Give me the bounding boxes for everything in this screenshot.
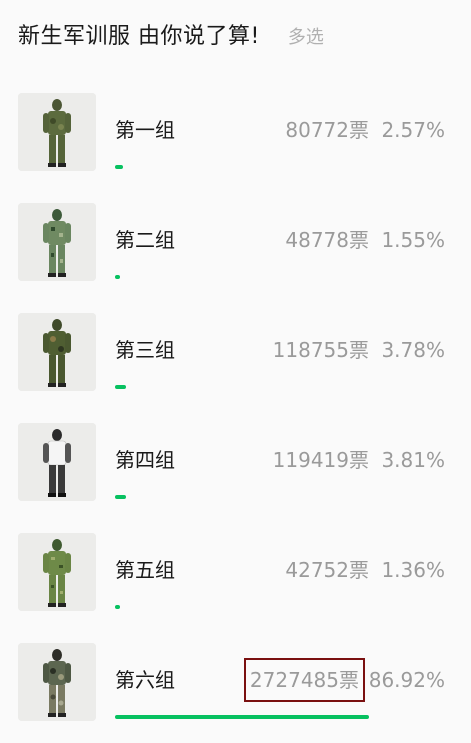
poll-option-6[interactable]: 第六组 2727485票 86.92% [0,630,471,740]
option-label: 第三组 [115,338,175,362]
progress-fill [115,715,369,719]
option-thumbnail[interactable] [18,313,96,391]
poll-option-5[interactable]: 第五组 42752票 1.36% [0,520,471,630]
option-thumbnail[interactable] [18,533,96,611]
vote-percent: 3.78% [381,338,445,362]
progress-bar [115,385,407,389]
poll-option-4[interactable]: 第四组 119419票 3.81% [0,410,471,520]
option-label: 第五组 [115,558,175,582]
vote-count: 118755票 [272,338,369,362]
progress-bar [115,715,407,719]
vote-percent: 3.81% [381,448,445,472]
option-thumbnail[interactable] [18,643,96,721]
poll-title: 新生军训服 由你说了算! [18,24,260,49]
progress-bar [115,165,407,169]
option-label: 第四组 [115,448,175,472]
vote-count: 2727485票 [243,658,366,702]
poll-option-3[interactable]: 第三组 118755票 3.78% [0,300,471,410]
vote-percent: 2.57% [381,118,445,142]
vote-count: 48778票 [285,228,369,252]
vote-count: 119419票 [272,448,369,472]
vote-percent: 86.92% [368,668,445,692]
progress-bar [115,495,407,499]
progress-bar [115,275,407,279]
option-thumbnail[interactable] [18,93,96,171]
option-label: 第一组 [115,118,175,142]
poll-option-2[interactable]: 第二组 48778票 1.55% [0,190,471,300]
uniform-photo-icon [18,313,96,391]
multi-select-tag: 多选 [287,27,324,48]
vote-count: 42752票 [285,558,369,582]
poll-options: 第一组 80772票 2.57% 第二组 48778票 1.55% 第三组 11… [0,80,471,740]
progress-fill [115,275,120,279]
vote-percent: 1.55% [381,228,445,252]
progress-fill [115,495,127,499]
option-thumbnail[interactable] [18,423,96,501]
uniform-photo-icon [18,533,96,611]
vote-percent: 1.36% [381,558,445,582]
progress-fill [115,165,123,169]
option-label: 第六组 [115,668,175,692]
progress-fill [115,605,120,609]
option-thumbnail[interactable] [18,203,96,281]
option-label: 第二组 [115,228,175,252]
uniform-photo-icon [18,643,96,721]
progress-bar [115,605,407,609]
vote-count: 80772票 [285,118,369,142]
progress-fill [115,385,127,389]
uniform-photo-icon [18,423,96,501]
uniform-photo-icon [18,93,96,171]
poll-header: 新生军训服 由你说了算! 多选 [18,18,324,52]
poll-option-1[interactable]: 第一组 80772票 2.57% [0,80,471,190]
uniform-photo-icon [18,203,96,281]
